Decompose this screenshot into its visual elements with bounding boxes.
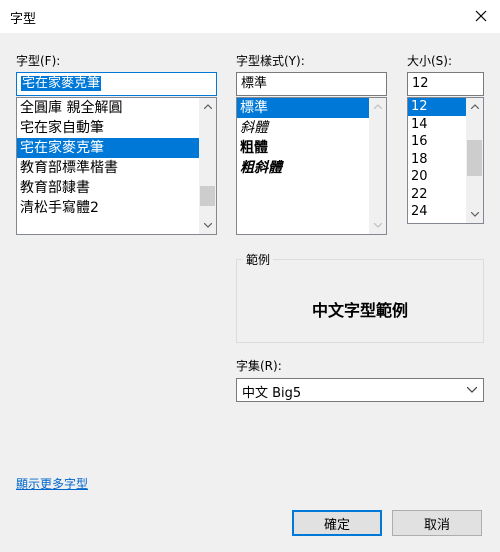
size-list-item[interactable]: 18	[408, 151, 466, 169]
close-icon	[475, 10, 487, 22]
script-combobox[interactable]: 中文 Big5	[236, 378, 484, 402]
font-input-value: 宅在家麥克筆	[21, 76, 102, 91]
font-list-item[interactable]: 清松手寫體2	[17, 198, 199, 218]
script-label: 字集(R):	[236, 359, 282, 373]
font-list-scrollbar[interactable]	[199, 98, 216, 234]
scroll-down-arrow[interactable]	[199, 217, 216, 234]
ok-button[interactable]: 確定	[292, 510, 382, 536]
size-list-item[interactable]: 24	[408, 203, 466, 221]
title-bar	[0, 0, 500, 33]
font-list-item[interactable]: 教育部隸書	[17, 178, 199, 198]
scroll-thumb[interactable]	[200, 186, 215, 206]
font-list-item[interactable]: 教育部標準楷書	[17, 158, 199, 178]
size-list-item[interactable]: 20	[408, 168, 466, 186]
size-list[interactable]: 12 14 16 18 20 22 24	[407, 97, 484, 224]
chevron-down-icon	[470, 212, 479, 217]
font-list-items: 全圓庫 親全解圓 宅在家自動筆 宅在家麥克筆 教育部標準楷書 教育部隸書 清松手…	[17, 98, 199, 218]
size-list-item[interactable]: 14	[408, 116, 466, 134]
style-label: 字型樣式(Y):	[236, 54, 305, 68]
scroll-thumb[interactable]	[467, 140, 482, 176]
style-list-item[interactable]: 斜體	[237, 118, 369, 138]
scroll-up-arrow[interactable]	[466, 98, 483, 115]
font-list-item[interactable]: 宅在家自動筆	[17, 118, 199, 138]
style-list-items: 標準 斜體 粗體 粗斜體	[237, 98, 369, 178]
size-label: 大小(S):	[407, 54, 453, 68]
size-input[interactable]: 12	[407, 72, 484, 96]
close-button[interactable]	[466, 2, 496, 30]
style-list-scrollbar[interactable]	[369, 98, 386, 234]
sample-label: 範例	[243, 251, 274, 268]
script-value: 中文 Big5	[242, 386, 302, 401]
size-list-item[interactable]: 16	[408, 133, 466, 151]
show-more-fonts-link[interactable]: 顯示更多字型	[16, 475, 88, 492]
size-list-item[interactable]: 12	[408, 98, 466, 116]
scroll-up-arrow[interactable]	[369, 98, 386, 115]
font-list[interactable]: 全圓庫 親全解圓 宅在家自動筆 宅在家麥克筆 教育部標準楷書 教育部隸書 清松手…	[16, 97, 217, 235]
cancel-button[interactable]: 取消	[392, 510, 482, 536]
style-list-item[interactable]: 標準	[237, 98, 369, 118]
chevron-up-icon	[373, 104, 382, 109]
chevron-up-icon	[203, 104, 212, 109]
style-list[interactable]: 標準 斜體 粗體 粗斜體	[236, 97, 387, 235]
chevron-up-icon	[470, 104, 479, 109]
size-list-scrollbar[interactable]	[466, 98, 483, 223]
size-input-value: 12	[412, 76, 429, 91]
style-list-item[interactable]: 粗斜體	[237, 158, 369, 178]
size-list-items: 12 14 16 18 20 22 24	[408, 98, 466, 221]
style-input[interactable]: 標準	[236, 72, 387, 96]
font-list-item[interactable]: 宅在家麥克筆	[17, 138, 199, 158]
chevron-down-icon	[467, 387, 477, 393]
style-input-value: 標準	[241, 76, 268, 91]
chevron-down-icon	[203, 223, 212, 228]
font-label: 字型(F):	[16, 54, 61, 68]
scroll-down-arrow[interactable]	[369, 217, 386, 234]
cancel-button-label: 取消	[423, 517, 450, 533]
chevron-down-icon	[373, 223, 382, 228]
window-title: 字型	[10, 12, 37, 27]
font-list-item[interactable]: 全圓庫 親全解圓	[17, 98, 199, 118]
scroll-up-arrow[interactable]	[199, 98, 216, 115]
size-list-item[interactable]: 22	[408, 186, 466, 204]
style-list-item[interactable]: 粗體	[237, 138, 369, 158]
ok-button-label: 確定	[323, 517, 350, 533]
sample-preview-text: 中文字型範例	[311, 301, 408, 320]
font-input[interactable]: 宅在家麥克筆	[16, 72, 217, 96]
scroll-down-arrow[interactable]	[466, 206, 483, 223]
